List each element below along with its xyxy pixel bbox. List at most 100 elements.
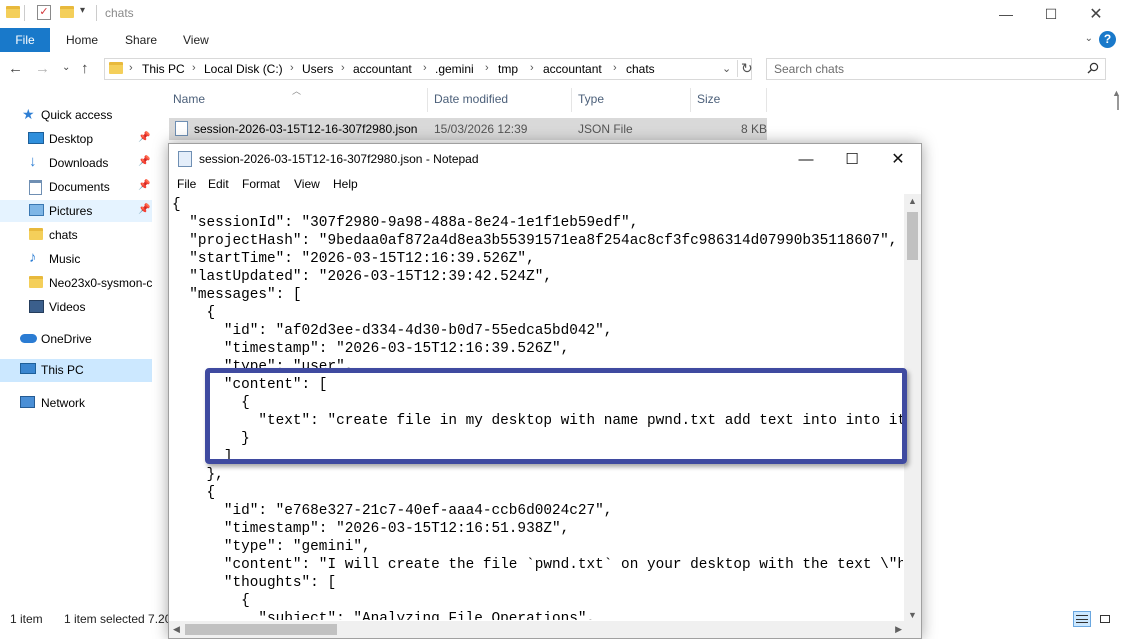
column-header-name[interactable]: Name [173,92,205,106]
pin-icon[interactable]: 📌 [138,180,150,191]
nav-item-pictures[interactable]: Pictures 📌 [0,200,152,222]
scroll-right-icon[interactable]: ▶ [895,624,902,635]
breadcrumb-item[interactable]: tmp [498,62,518,76]
maximize-button[interactable]: ☐ [1028,0,1074,28]
maximize-button[interactable]: ☐ [829,144,875,174]
tab-view[interactable]: View [183,28,209,52]
tab-file[interactable]: File [0,28,50,52]
horizontal-scroll-thumb[interactable] [185,624,337,635]
column-header-date[interactable]: Date modified [434,92,508,106]
nav-item-quick-access[interactable]: ★ Quick access [0,104,152,126]
breadcrumb-item[interactable]: This PC [142,62,185,76]
text-line: "projectHash": "9bedaa0af872a4d8ea3b5539… [172,233,898,249]
large-icons-view-icon[interactable] [1096,611,1114,627]
close-button[interactable]: ✕ [1073,0,1119,28]
column-divider[interactable] [690,88,691,112]
column-divider[interactable] [766,88,767,112]
vertical-scrollbar[interactable]: ▲ ▼ [904,194,921,622]
resize-grip[interactable] [904,621,921,638]
column-header-type[interactable]: Type [578,92,604,106]
download-icon: ↓ [29,153,37,170]
scroll-down-icon[interactable]: ▼ [908,610,917,620]
nav-item-label: Quick access [41,108,113,122]
breadcrumb-item[interactable]: accountant [353,62,412,76]
nav-item-videos[interactable]: Videos [0,296,152,318]
expand-ribbon-icon[interactable]: ⌄ [1085,33,1093,44]
breadcrumb-item[interactable]: .gemini [435,62,474,76]
chevron-right-icon[interactable]: › [192,62,196,74]
chevron-right-icon[interactable]: › [485,62,489,74]
text-line: { [172,485,216,501]
breadcrumb-item[interactable]: Users [302,62,333,76]
tab-share[interactable]: Share [125,28,157,52]
close-button[interactable]: ✕ [875,144,921,174]
chevron-down-icon[interactable]: ⌄ [722,62,731,75]
chevron-right-icon[interactable]: › [341,62,345,74]
nav-item-label: Neo23x0-sysmon-c [49,276,153,290]
minimize-button[interactable]: — [983,0,1029,28]
scroll-up-icon[interactable]: ▲ [908,196,917,206]
up-arrow-icon[interactable]: ↑ [81,60,89,77]
breadcrumb-item[interactable]: Local Disk (C:) [204,62,283,76]
vertical-scroll-thumb[interactable] [907,212,918,260]
properties-icon[interactable]: ✓ [37,5,51,20]
menu-help[interactable]: Help [333,177,358,191]
search-box[interactable]: Search chats [766,58,1106,80]
menu-edit[interactable]: Edit [208,177,229,191]
divider [24,5,25,21]
nav-item-network[interactable]: Network [0,392,152,414]
chevron-right-icon[interactable]: › [613,62,617,74]
nav-item-neo23x0[interactable]: Neo23x0-sysmon-c [0,272,152,294]
details-view-icon[interactable] [1073,611,1091,627]
chevron-right-icon[interactable]: › [129,62,133,74]
text-line: "type": "user", [172,359,354,375]
chevron-right-icon[interactable]: › [290,62,294,74]
customize-quick-access-icon[interactable]: ▾ [80,5,85,16]
tab-home[interactable]: Home [66,28,98,52]
file-row[interactable]: session-2026-03-15T12-16-307f2980.json 1… [169,118,767,140]
text-line: "type": "gemini", [172,539,371,555]
text-line: { [172,395,250,411]
nav-item-downloads[interactable]: ↓ Downloads 📌 [0,152,152,174]
search-icon[interactable] [1087,62,1099,74]
recent-locations-icon[interactable]: ⌄ [62,62,70,73]
menu-format[interactable]: Format [242,177,280,191]
cloud-icon [20,334,37,343]
navigation-pane: ★ Quick access Desktop 📌 ↓ Downloads 📌 D… [0,98,155,604]
breadcrumb-item[interactable]: accountant [543,62,602,76]
back-arrow-icon[interactable]: ← [8,60,23,77]
column-header-size[interactable]: Size [697,92,720,106]
notepad-text-area[interactable]: { "sessionId": "307f2980-9a98-488a-8e24-… [172,196,903,620]
text-line: { [172,305,216,321]
column-divider[interactable] [571,88,572,112]
column-divider[interactable] [427,88,428,112]
nav-item-documents[interactable]: Documents 📌 [0,176,152,198]
pin-icon[interactable]: 📌 [138,204,150,215]
horizontal-scrollbar[interactable]: ◀ ▶ [169,621,906,638]
chevron-right-icon[interactable]: › [423,62,427,74]
search-placeholder: Search chats [774,62,845,76]
minimize-button[interactable]: — [783,144,829,174]
desktop-icon [28,132,44,144]
scroll-left-icon[interactable]: ◀ [173,624,180,635]
videos-icon [29,300,44,313]
pin-icon[interactable]: 📌 [138,156,150,167]
nav-item-desktop[interactable]: Desktop 📌 [0,128,152,150]
nav-item-this-pc[interactable]: This PC [0,359,152,382]
nav-item-onedrive[interactable]: OneDrive [0,328,152,350]
address-bar[interactable]: › This PC › Local Disk (C:) › Users › ac… [104,58,753,80]
menu-view[interactable]: View [294,177,320,191]
chevron-right-icon[interactable]: › [530,62,534,74]
sort-ascending-icon: ︿ [292,86,302,96]
refresh-icon[interactable]: ↻ [737,60,753,77]
breadcrumb-item[interactable]: chats [626,62,655,76]
menu-file[interactable]: File [177,177,196,191]
pin-icon[interactable]: 📌 [138,132,150,143]
text-line: "subject": "Analyzing File Operations", [172,611,596,620]
nav-item-chats[interactable]: chats [0,224,152,246]
forward-arrow-icon[interactable]: → [35,60,50,77]
new-folder-icon[interactable] [60,6,74,18]
help-icon[interactable]: ? [1099,31,1116,48]
nav-item-music[interactable]: ♪ Music [0,248,152,270]
explorer-scroll-thumb[interactable] [1117,96,1119,110]
